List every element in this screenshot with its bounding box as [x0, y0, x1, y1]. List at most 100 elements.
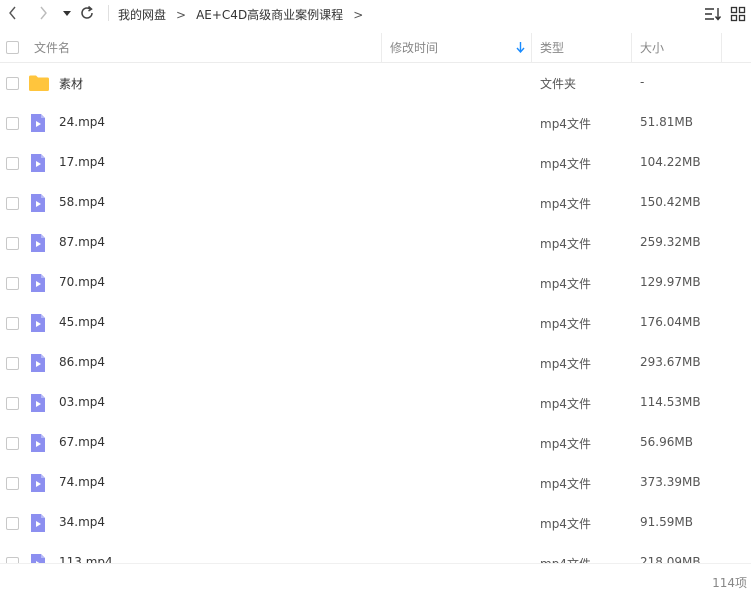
file-size: 51.81MB — [640, 115, 693, 129]
row-checkbox[interactable] — [6, 357, 19, 370]
file-size: 176.04MB — [640, 315, 701, 329]
chevron-left-icon[interactable] — [4, 4, 22, 22]
column-size[interactable]: 大小 — [640, 33, 664, 62]
row-checkbox[interactable] — [6, 317, 19, 330]
video-file-icon — [29, 154, 47, 172]
file-size: 218.09MB — [640, 555, 701, 563]
row-checkbox[interactable] — [6, 197, 19, 210]
file-type: mp4文件 — [540, 157, 591, 171]
file-type: mp4文件 — [540, 517, 591, 531]
column-header: 文件名 修改时间 类型 大小 — [0, 33, 751, 63]
row-checkbox[interactable] — [6, 477, 19, 490]
table-row[interactable]: 58.mp4 mp4文件 150.42MB — [0, 183, 751, 223]
file-type: mp4文件 — [540, 117, 591, 131]
file-size: 91.59MB — [640, 515, 693, 529]
file-type: mp4文件 — [540, 437, 591, 451]
table-row[interactable]: 34.mp4 mp4文件 91.59MB — [0, 503, 751, 543]
file-name[interactable]: 素材 — [59, 75, 83, 92]
row-checkbox[interactable] — [6, 517, 19, 530]
refresh-icon[interactable] — [78, 4, 96, 22]
file-type: mp4文件 — [540, 477, 591, 491]
caret-down-icon[interactable] — [58, 4, 76, 22]
file-size: 56.96MB — [640, 435, 693, 449]
sort-desc-arrow-icon[interactable] — [516, 42, 525, 56]
file-name[interactable]: 03.mp4 — [59, 395, 105, 409]
file-name[interactable]: 87.mp4 — [59, 235, 105, 249]
file-name[interactable]: 17.mp4 — [59, 155, 105, 169]
sort-icon[interactable] — [704, 5, 722, 23]
breadcrumb-separator: > — [176, 7, 187, 22]
breadcrumb-current[interactable]: AE+C4D高级商业案例课程 — [196, 6, 343, 23]
column-divider[interactable] — [721, 33, 722, 62]
toolbar: 我的网盘 > AE+C4D高级商业案例课程 > — [0, 0, 751, 28]
table-row[interactable]: 70.mp4 mp4文件 129.97MB — [0, 263, 751, 303]
file-type: mp4文件 — [540, 397, 591, 411]
file-type: mp4文件 — [540, 237, 591, 251]
table-row[interactable]: 67.mp4 mp4文件 56.96MB — [0, 423, 751, 463]
table-row[interactable]: 素材 文件夹 - — [0, 63, 751, 103]
breadcrumb: 我的网盘 > AE+C4D高级商业案例课程 > — [118, 6, 373, 23]
file-list: 素材 文件夹 - 24.mp4 mp4文件 51.81MB 17.mp4 mp4… — [0, 63, 751, 563]
file-name[interactable]: 113.mp4 — [59, 555, 113, 563]
video-file-icon — [29, 274, 47, 292]
file-size: 114.53MB — [640, 395, 701, 409]
table-row[interactable]: 03.mp4 mp4文件 114.53MB — [0, 383, 751, 423]
video-file-icon — [29, 394, 47, 412]
video-file-icon — [29, 474, 47, 492]
column-type[interactable]: 类型 — [540, 33, 564, 62]
video-file-icon — [29, 514, 47, 532]
video-file-icon — [29, 314, 47, 332]
file-type: 文件夹 — [540, 77, 577, 91]
table-row[interactable]: 45.mp4 mp4文件 176.04MB — [0, 303, 751, 343]
table-row[interactable]: 86.mp4 mp4文件 293.67MB — [0, 343, 751, 383]
table-row[interactable]: 74.mp4 mp4文件 373.39MB — [0, 463, 751, 503]
video-file-icon — [29, 354, 47, 372]
file-size: 104.22MB — [640, 155, 701, 169]
row-checkbox[interactable] — [6, 437, 19, 450]
file-size: 259.32MB — [640, 235, 701, 249]
column-divider[interactable] — [631, 33, 632, 62]
row-checkbox[interactable] — [6, 157, 19, 170]
file-name[interactable]: 45.mp4 — [59, 315, 105, 329]
file-type: mp4文件 — [540, 357, 591, 371]
file-size: - — [640, 75, 645, 89]
column-modified[interactable]: 修改时间 — [390, 33, 438, 62]
video-file-icon — [29, 234, 47, 252]
file-type: mp4文件 — [540, 555, 591, 563]
toolbar-divider — [108, 5, 109, 21]
file-name[interactable]: 58.mp4 — [59, 195, 105, 209]
breadcrumb-separator[interactable]: > — [353, 8, 363, 22]
file-name[interactable]: 24.mp4 — [59, 115, 105, 129]
row-checkbox[interactable] — [6, 397, 19, 410]
row-checkbox[interactable] — [6, 277, 19, 290]
item-count: 114项 — [712, 576, 747, 590]
breadcrumb-root[interactable]: 我的网盘 — [118, 6, 166, 23]
select-all-checkbox[interactable] — [6, 41, 19, 54]
file-name[interactable]: 67.mp4 — [59, 435, 105, 449]
chevron-right-icon[interactable] — [34, 4, 52, 22]
row-checkbox[interactable] — [6, 237, 19, 250]
table-row[interactable]: 24.mp4 mp4文件 51.81MB — [0, 103, 751, 143]
file-type: mp4文件 — [540, 317, 591, 331]
row-checkbox[interactable] — [6, 77, 19, 90]
file-size: 373.39MB — [640, 475, 701, 489]
file-name[interactable]: 70.mp4 — [59, 275, 105, 289]
table-row[interactable]: 113.mp4 mp4文件 218.09MB — [0, 543, 751, 563]
file-name[interactable]: 86.mp4 — [59, 355, 105, 369]
video-file-icon — [29, 434, 47, 452]
column-name[interactable]: 文件名 — [34, 33, 70, 62]
grid-view-icon[interactable] — [729, 5, 747, 23]
table-row[interactable]: 87.mp4 mp4文件 259.32MB — [0, 223, 751, 263]
video-file-icon — [29, 194, 47, 212]
status-bar: 114项 — [0, 563, 751, 598]
row-checkbox[interactable] — [6, 117, 19, 130]
file-name[interactable]: 74.mp4 — [59, 475, 105, 489]
file-type: mp4文件 — [540, 197, 591, 211]
column-divider[interactable] — [531, 33, 532, 62]
folder-icon — [29, 74, 49, 92]
video-file-icon — [29, 554, 47, 563]
column-divider[interactable] — [381, 33, 382, 62]
table-row[interactable]: 17.mp4 mp4文件 104.22MB — [0, 143, 751, 183]
file-name[interactable]: 34.mp4 — [59, 515, 105, 529]
video-file-icon — [29, 114, 47, 132]
